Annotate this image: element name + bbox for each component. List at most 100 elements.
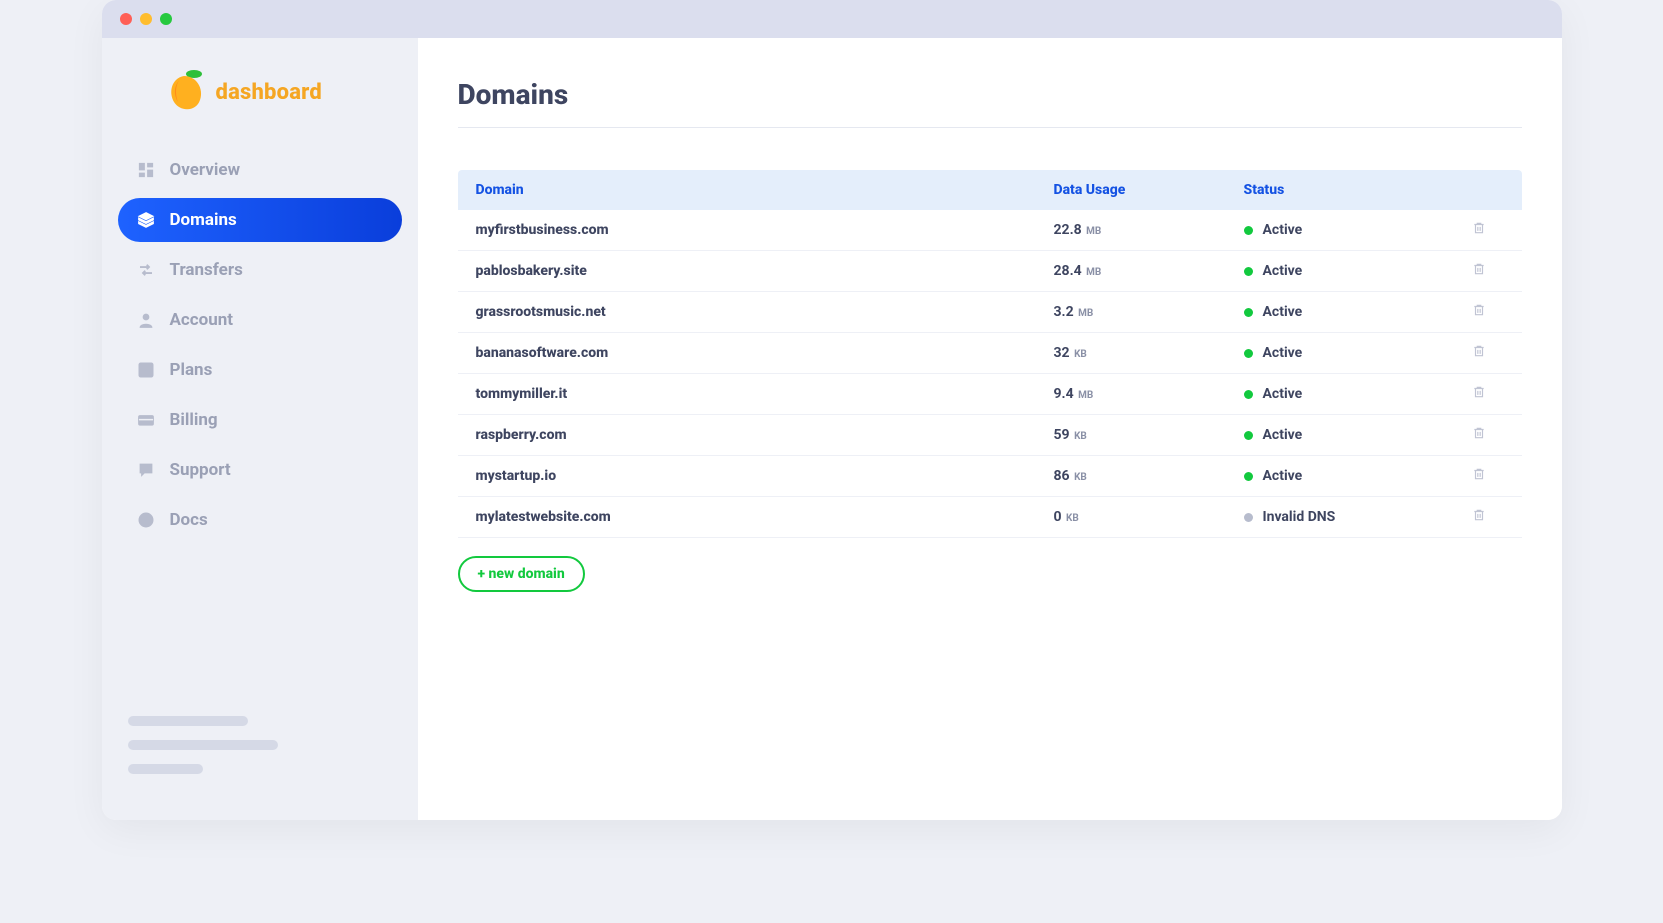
sidebar-item-transfers[interactable]: Transfers (118, 248, 402, 292)
layers-icon (136, 210, 156, 230)
main-content: Domains Domain Data Usage Status myfirst… (418, 38, 1562, 820)
table-row[interactable]: raspberry.com59 KBActive (458, 415, 1522, 456)
usage-value: 3.2 (1054, 304, 1074, 320)
table-row[interactable]: grassrootsmusic.net3.2 MBActive (458, 292, 1522, 333)
table-row[interactable]: pablosbakery.site28.4 MBActive (458, 251, 1522, 292)
status-cell: Active (1244, 468, 1454, 484)
domain-name: grassrootsmusic.net (476, 304, 1054, 320)
column-header-domain: Domain (476, 182, 1054, 198)
status-cell: Active (1244, 222, 1454, 238)
sidebar-item-account[interactable]: Account (118, 298, 402, 342)
brand-name: dashboard (216, 80, 322, 105)
sidebar-item-label: Domains (170, 210, 237, 230)
new-domain-button[interactable]: + new domain (458, 556, 585, 592)
domain-name: mylatestwebsite.com (476, 509, 1054, 525)
sidebar-item-overview[interactable]: Overview (118, 148, 402, 192)
window-close-icon[interactable] (120, 13, 132, 25)
data-usage: 28.4 MB (1054, 263, 1244, 279)
window-titlebar (102, 0, 1562, 38)
domain-name: bananasoftware.com (476, 345, 1054, 361)
domain-name: pablosbakery.site (476, 263, 1054, 279)
brand: dashboard (118, 64, 402, 148)
usage-unit: MB (1084, 226, 1102, 237)
sidebar-item-docs[interactable]: Docs (118, 498, 402, 542)
domain-name: raspberry.com (476, 427, 1054, 443)
status-dot-icon (1244, 431, 1253, 440)
data-usage: 3.2 MB (1054, 304, 1244, 320)
credit-card-icon (136, 410, 156, 430)
sidebar-item-label: Transfers (170, 260, 243, 280)
window-minimize-icon[interactable] (140, 13, 152, 25)
status-dot-icon (1244, 472, 1253, 481)
trash-icon[interactable] (1472, 261, 1486, 281)
table-row[interactable]: myfirstbusiness.com22.8 MBActive (458, 210, 1522, 251)
usage-unit: MB (1084, 267, 1102, 278)
window-maximize-icon[interactable] (160, 13, 172, 25)
sidebar-item-label: Account (170, 310, 234, 330)
usage-value: 28.4 (1054, 263, 1082, 279)
domain-name: tommymiller.it (476, 386, 1054, 402)
trash-icon[interactable] (1472, 220, 1486, 240)
column-header-status: Status (1244, 182, 1454, 198)
placeholder-line (128, 740, 278, 750)
table-header: Domain Data Usage Status (458, 170, 1522, 210)
table-row[interactable]: bananasoftware.com32 KBActive (458, 333, 1522, 374)
data-usage: 22.8 MB (1054, 222, 1244, 238)
trash-icon[interactable] (1472, 466, 1486, 486)
column-header-usage: Data Usage (1054, 182, 1244, 198)
table-row[interactable]: mylatestwebsite.com0 KBInvalid DNS (458, 497, 1522, 538)
delete-cell (1454, 384, 1504, 404)
placeholder-line (128, 716, 248, 726)
usage-value: 0 (1054, 509, 1062, 525)
delete-cell (1454, 466, 1504, 486)
edit-icon (136, 360, 156, 380)
sidebar: dashboard Overview Domains (102, 38, 418, 820)
status-cell: Active (1244, 304, 1454, 320)
status-cell: Active (1244, 345, 1454, 361)
delete-cell (1454, 220, 1504, 240)
usage-value: 59 (1054, 427, 1070, 443)
table-row[interactable]: tommymiller.it9.4 MB Active (458, 374, 1522, 415)
delete-cell (1454, 261, 1504, 281)
trash-icon[interactable] (1472, 384, 1486, 404)
chat-icon (136, 460, 156, 480)
status-cell: Invalid DNS (1244, 509, 1454, 525)
usage-value: 86 (1054, 468, 1070, 484)
divider (458, 127, 1522, 128)
sidebar-item-domains[interactable]: Domains (118, 198, 402, 242)
data-usage: 86 KB (1054, 468, 1244, 484)
status-dot-icon (1244, 226, 1253, 235)
trash-icon[interactable] (1472, 302, 1486, 322)
trash-icon[interactable] (1472, 343, 1486, 363)
status-dot-icon (1244, 308, 1253, 317)
status-dot-icon (1244, 267, 1253, 276)
domain-name: myfirstbusiness.com (476, 222, 1054, 238)
sidebar-item-billing[interactable]: Billing (118, 398, 402, 442)
transfers-icon (136, 260, 156, 280)
domains-table: Domain Data Usage Status myfirstbusiness… (458, 170, 1522, 538)
data-usage: 32 KB (1054, 345, 1244, 361)
sidebar-item-label: Overview (170, 160, 241, 180)
sidebar-item-support[interactable]: Support (118, 448, 402, 492)
status-text: Active (1263, 386, 1303, 402)
usage-unit: KB (1072, 431, 1087, 442)
app-window: dashboard Overview Domains (102, 0, 1562, 820)
delete-cell (1454, 425, 1504, 445)
data-usage: 9.4 MB (1054, 386, 1244, 402)
usage-unit: MB (1076, 308, 1094, 319)
usage-unit: MB (1076, 390, 1094, 401)
trash-icon[interactable] (1472, 507, 1486, 527)
status-cell: Active (1244, 263, 1454, 279)
sidebar-item-label: Support (170, 460, 231, 480)
trash-icon[interactable] (1472, 425, 1486, 445)
status-text: Invalid DNS (1263, 509, 1336, 525)
sidebar-nav: Overview Domains Transfers (118, 148, 402, 548)
table-body: myfirstbusiness.com22.8 MBActivepablosba… (458, 210, 1522, 538)
data-usage: 59 KB (1054, 427, 1244, 443)
status-cell: Active (1244, 427, 1454, 443)
table-row[interactable]: mystartup.io86 KBActive (458, 456, 1522, 497)
sidebar-item-plans[interactable]: Plans (118, 348, 402, 392)
status-cell: Active (1244, 386, 1454, 402)
status-text: Active (1263, 468, 1303, 484)
status-dot-icon (1244, 513, 1253, 522)
